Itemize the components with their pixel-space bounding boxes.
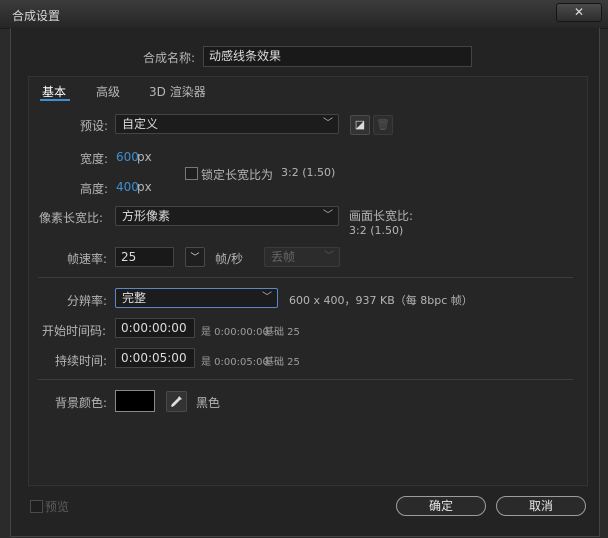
tab-advanced[interactable]: 高级 [96,83,120,100]
resolution-info: 600 x 400，937 KB（每 8bpc 帧） [289,294,473,307]
close-button[interactable]: ✕ [556,3,602,22]
preset-label: 预设: [80,119,109,133]
width-value[interactable]: 600 [116,150,139,164]
chevron-down-icon: ﹀ [323,210,333,221]
tab-panel [28,76,588,486]
preview-label: 预览 [45,500,70,514]
start-timecode-note: 是 0:00:00:00 [201,327,269,338]
preview-checkbox [30,500,43,513]
chevron-down-icon: ﹀ [262,292,272,303]
width-label: 宽度: [80,152,109,166]
tab-3d-renderer[interactable]: 3D 渲染器 [149,83,206,100]
frame-aspect-value: 3:2 (1.50) [349,224,404,237]
pixel-aspect-value: 方形像素 [122,209,171,223]
delete-preset-button: 🗑 [373,115,393,135]
save-preset-button[interactable]: ◪ [350,115,370,135]
ok-button[interactable]: 确定 [396,496,486,516]
lock-ratio-checkbox[interactable] [185,167,198,180]
divider [38,379,573,380]
drop-frame-value: 丢帧 [271,250,296,264]
resolution-value: 完整 [122,291,147,305]
chevron-down-icon: ﹀ [323,118,333,129]
pixel-aspect-dropdown[interactable]: 方形像素 ﹀ [115,206,339,226]
duration-note: 是 0:00:05:00 [201,357,269,368]
duration-label: 持续时间: [55,354,108,368]
bg-color-label: 背景颜色: [55,396,108,410]
trash-icon: 🗑 [376,118,390,131]
cancel-button[interactable]: 取消 [496,496,586,516]
pixel-aspect-label: 像素长宽比: [39,211,104,225]
comp-name-input[interactable]: 动感线条效果 [203,46,472,67]
divider [38,277,573,278]
start-timecode-input[interactable]: 0:00:00:00 [115,318,195,338]
frame-rate-unit: 帧/秒 [215,252,244,266]
width-unit: px [137,150,152,164]
lock-ratio-value: 3:2 (1.50) [281,166,336,179]
active-tab-indicator [40,99,70,101]
lock-ratio-label: 锁定长宽比为 [201,168,274,182]
preset-value: 自定义 [122,117,159,131]
window-title: 合成设置 [12,9,61,23]
comp-name-label: 合成名称: [143,51,196,65]
bg-color-name: 黑色 [196,396,221,410]
eyedropper-button[interactable] [166,391,187,412]
resolution-dropdown[interactable]: 完整 ﹀ [115,288,278,308]
tab-basic[interactable]: 基本 [42,83,66,100]
frame-rate-label: 帧速率: [67,252,108,266]
drop-frame-dropdown: 丢帧 ﹀ [264,247,340,267]
eyedropper-icon [171,396,182,407]
save-preset-icon: ◪ [354,118,366,131]
resolution-label: 分辨率: [67,294,108,308]
height-label: 高度: [80,182,109,196]
frame-rate-dropdown-button[interactable]: ﹀ [185,247,205,267]
bg-color-swatch[interactable] [115,390,155,412]
duration-input[interactable]: 0:00:05:00 [115,348,195,368]
height-unit: px [137,180,152,194]
start-timecode-base: 基础 25 [264,327,300,338]
chevron-down-icon: ﹀ [190,253,200,263]
height-value[interactable]: 400 [116,180,139,194]
title-bar: 合成设置 ✕ [0,0,608,29]
start-timecode-label: 开始时间码: [42,324,107,338]
chevron-down-icon: ﹀ [324,251,334,262]
frame-rate-input[interactable]: 25 [115,247,174,267]
duration-base: 基础 25 [264,357,300,368]
frame-aspect-label: 画面长宽比: [349,209,414,223]
preset-dropdown[interactable]: 自定义 ﹀ [115,114,339,134]
